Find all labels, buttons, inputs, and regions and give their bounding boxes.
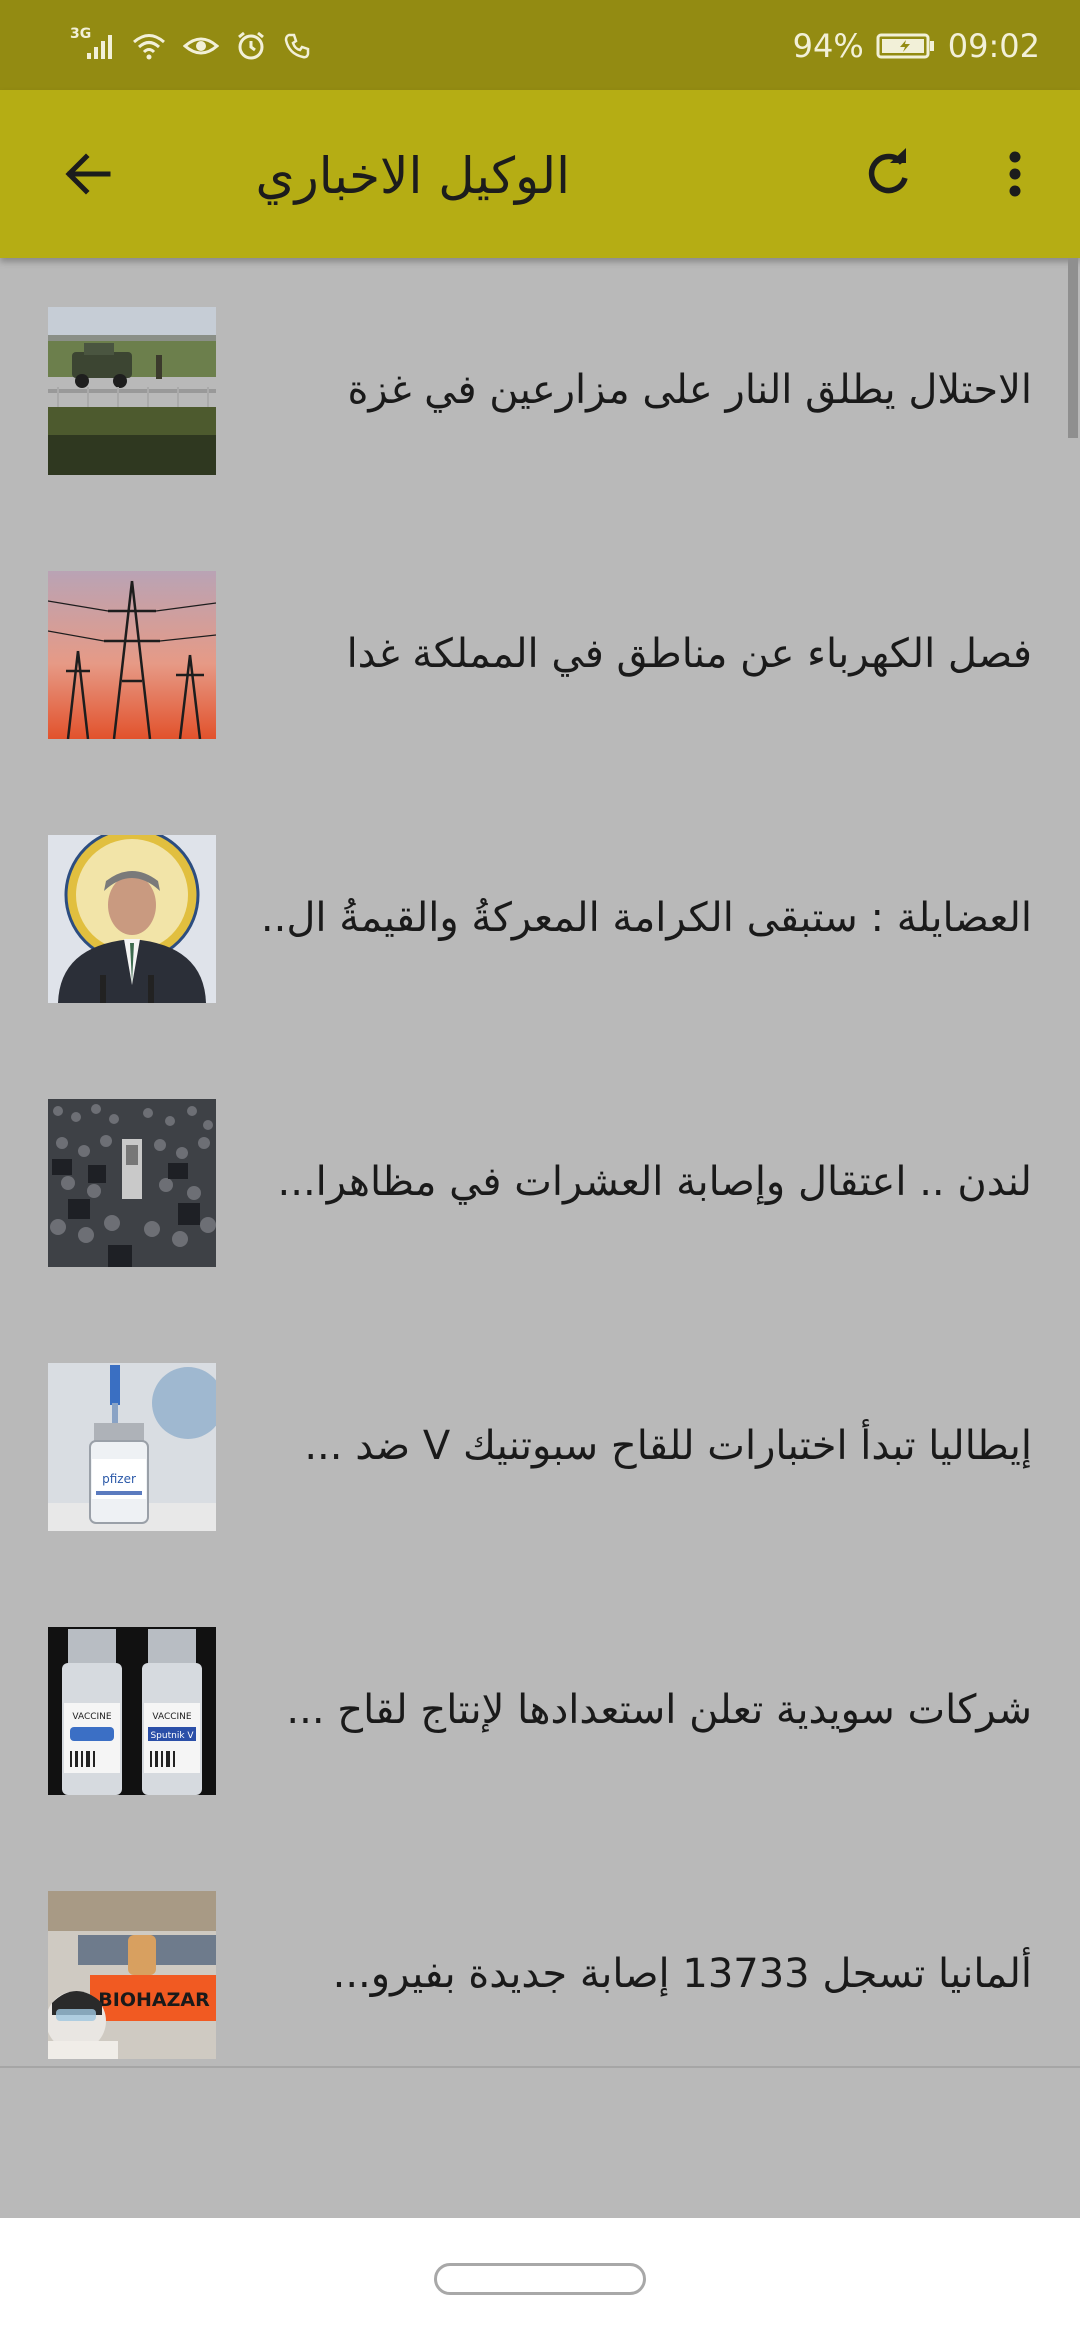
wifi-icon [131, 31, 167, 61]
vaccine-label-a: VACCINE [72, 1712, 112, 1722]
biohazard-label: BIOHAZAR [98, 1989, 210, 2011]
vaccine-label-b: VACCINE [152, 1712, 192, 1722]
news-item[interactable]: VACCINE VACCINE Sputnik V شركات سويدية ت… [0, 1578, 1080, 1842]
app-bar: الوكيل الاخباري [0, 90, 1080, 258]
biohazard-lab-thumbnail: BIOHAZAR [48, 1891, 216, 2059]
signal-icon: 3G [70, 26, 115, 61]
status-icons-left: 3G [70, 24, 311, 68]
vaccine-bottles-thumbnail: VACCINE VACCINE Sputnik V [48, 1627, 216, 1795]
news-list: الاحتلال يطلق النار على مزارعين في غزة ف… [0, 258, 1080, 2066]
eye-icon [183, 32, 220, 60]
news-item[interactable]: pfizer إيطاليا تبدأ اختبارات للقاح سبوتن… [0, 1314, 1080, 1578]
vial-brand-label: pfizer [102, 1472, 136, 1486]
network-type-label: 3G [70, 26, 92, 42]
news-item[interactable]: الاحتلال يطلق النار على مزارعين في غزة [0, 258, 1080, 522]
news-item[interactable]: لندن .. اعتقال وإصابة العشرات في مظاهرا.… [0, 1050, 1080, 1314]
list-scrollbar[interactable] [1068, 258, 1078, 438]
back-button[interactable] [50, 136, 126, 212]
news-headline: الاحتلال يطلق النار على مزارعين في غزة [347, 367, 1032, 413]
page-title: الوكيل الاخباري [255, 147, 570, 205]
power-towers-thumbnail [48, 571, 216, 739]
phone-icon [283, 32, 311, 60]
battery-percent: 94% [792, 27, 864, 65]
home-gesture-pill[interactable] [434, 2263, 646, 2295]
clock: 09:02 [947, 27, 1040, 65]
more-options-button[interactable] [990, 136, 1040, 212]
news-headline: العضايلة : ستبقى الكرامة المعركةُ والقيم… [262, 895, 1032, 941]
news-headline: لندن .. اعتقال وإصابة العشرات في مظاهرا.… [277, 1159, 1032, 1205]
arrow-left-icon [65, 153, 111, 195]
news-headline: فصل الكهرباء عن مناطق في المملكة غدا [346, 631, 1032, 677]
status-bar: 3G 94% 09:02 [0, 0, 1080, 90]
crowd-protest-thumbnail [48, 1099, 216, 1267]
more-vertical-icon [1009, 151, 1021, 197]
status-icons-right: 94% 09:02 [793, 24, 1040, 68]
news-headline: ألمانيا تسجل 13733 إصابة جديدة بفيرو... [332, 1951, 1032, 1997]
news-item[interactable]: العضايلة : ستبقى الكرامة المعركةُ والقيم… [0, 786, 1080, 1050]
sputnik-label: Sputnik V [150, 1731, 194, 1741]
list-divider [0, 2066, 1080, 2068]
battery-icon [876, 31, 936, 61]
refresh-icon [868, 148, 908, 194]
system-nav-bar [0, 2218, 1080, 2340]
news-headline: شركات سويدية تعلن استعدادها لإنتاج لقاح … [286, 1687, 1032, 1733]
news-headline: إيطاليا تبدأ اختبارات للقاح سبوتنيك V ضد… [304, 1423, 1032, 1469]
speaker-podium-thumbnail [48, 835, 216, 1003]
alarm-icon [235, 30, 267, 62]
military-vehicle-thumbnail [48, 307, 216, 475]
refresh-button[interactable] [850, 136, 926, 212]
vaccine-vial-thumbnail: pfizer [48, 1363, 216, 1531]
news-item[interactable]: فصل الكهرباء عن مناطق في المملكة غدا [0, 522, 1080, 786]
